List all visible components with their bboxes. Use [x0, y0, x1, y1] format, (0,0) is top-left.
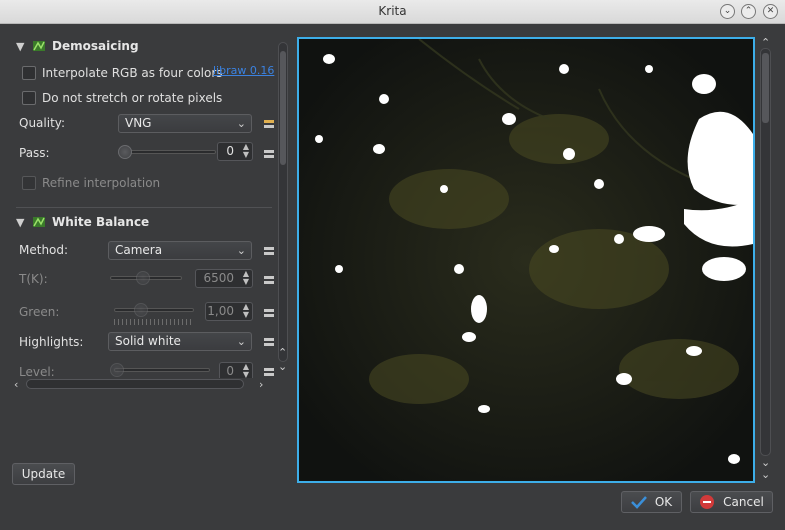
close-icon[interactable]: ✕: [763, 4, 778, 19]
settings-vertical-scrollbar[interactable]: [278, 42, 288, 362]
minimize-icon[interactable]: ⌄: [720, 4, 735, 19]
level-value: 0: [226, 364, 234, 378]
no-stretch-label: Do not stretch or rotate pixels: [42, 91, 223, 105]
level-label: Level:: [19, 365, 55, 378]
green-value: 1,00: [207, 304, 234, 318]
method-reset-icon[interactable]: [263, 245, 275, 257]
pass-reset-icon[interactable]: [263, 148, 275, 160]
quality-label: Quality:: [19, 116, 66, 130]
quality-reset-icon[interactable]: [263, 118, 275, 130]
plugin-icon: [33, 217, 45, 227]
demosaicing-title: Demosaicing: [52, 39, 139, 53]
spin-arrows-icon[interactable]: ▲ ▼: [243, 303, 249, 319]
preview-vertical-scrollbar[interactable]: [760, 48, 771, 456]
method-label-row: Method:: [19, 239, 68, 261]
level-slider-track[interactable]: [114, 368, 210, 372]
pass-slider-track[interactable]: [120, 150, 216, 154]
tk-label-row: T(K):: [19, 268, 48, 290]
tk-slider-handle[interactable]: [136, 271, 150, 285]
cancel-button[interactable]: Cancel: [690, 491, 773, 513]
method-label: Method:: [19, 243, 69, 257]
quality-label-row: Quality:: [19, 112, 65, 134]
tk-reset-icon[interactable]: [263, 274, 275, 286]
preview-photo: [299, 39, 753, 481]
tk-value: 6500: [203, 271, 234, 285]
highlights-combo[interactable]: Solid white ⌄: [108, 332, 252, 351]
pass-label: Pass:: [19, 146, 50, 160]
level-spinbox[interactable]: 0 ▲ ▼: [219, 362, 253, 378]
highlights-reset-icon[interactable]: [263, 336, 275, 348]
image-preview[interactable]: [297, 37, 755, 483]
tk-label: T(K):: [19, 272, 48, 286]
green-slider-ticks: [114, 319, 194, 325]
green-label: Green:: [19, 305, 60, 319]
interpolate-checkbox[interactable]: [22, 66, 36, 80]
pass-spinbox[interactable]: 0 ▲ ▼: [217, 142, 253, 161]
cancel-icon: [700, 495, 715, 509]
chevron-down-icon: ⌄: [236, 335, 246, 348]
scrollbar-thumb[interactable]: [280, 51, 286, 165]
white-balance-section-header[interactable]: ▼ White Balance: [16, 212, 149, 232]
section-divider: [16, 207, 272, 208]
scroll-left-icon[interactable]: ‹: [14, 378, 18, 391]
refine-row[interactable]: Refine interpolation: [10, 172, 160, 194]
pass-value: 0: [226, 144, 234, 158]
scroll-up-icon[interactable]: ⌃: [278, 346, 287, 359]
pass-slider-handle[interactable]: [118, 145, 132, 159]
update-button[interactable]: Update: [12, 463, 75, 485]
level-reset-icon[interactable]: [263, 366, 275, 378]
scroll-down-icon[interactable]: ⌄: [278, 360, 287, 373]
highlights-value: Solid white: [115, 334, 181, 348]
ok-button[interactable]: OK: [621, 491, 682, 513]
level-slider-handle[interactable]: [110, 363, 124, 377]
method-value: Camera: [115, 243, 163, 257]
no-stretch-checkbox[interactable]: [22, 91, 36, 105]
scrollbar-thumb[interactable]: [762, 53, 769, 123]
highlights-label-row: Highlights:: [19, 331, 83, 353]
settings-panel: ▼ Demosaicing Interpolate RGB as four co…: [10, 32, 276, 378]
settings-horizontal-scrollbar[interactable]: [26, 379, 244, 389]
level-label-row: Level:: [19, 361, 55, 378]
demosaicing-section-header[interactable]: ▼ Demosaicing: [16, 36, 139, 56]
ok-label: OK: [654, 495, 673, 509]
quality-value: VNG: [125, 116, 152, 130]
white-balance-title: White Balance: [52, 215, 150, 229]
title-bar: Krita ⌄ ⌃ ✕: [0, 0, 785, 24]
chevron-down-icon: ▼: [16, 39, 25, 53]
spin-arrows-icon[interactable]: ▲ ▼: [243, 143, 249, 159]
maximize-icon[interactable]: ⌃: [741, 4, 756, 19]
refine-checkbox[interactable]: [22, 176, 36, 190]
chevron-down-icon: ⌄: [236, 244, 246, 257]
refine-label: Refine interpolation: [42, 176, 161, 190]
interpolate-label: Interpolate RGB as four colors: [42, 66, 223, 80]
interpolate-row[interactable]: Interpolate RGB as four colors: [10, 62, 223, 84]
highlights-label: Highlights:: [19, 335, 84, 349]
no-stretch-row[interactable]: Do not stretch or rotate pixels: [10, 87, 222, 109]
chevron-down-icon: ▼: [16, 215, 25, 229]
libraw-link[interactable]: libraw 0.16: [213, 64, 274, 77]
pass-label-row: Pass:: [19, 142, 50, 164]
update-label: Update: [21, 467, 66, 481]
quality-combo[interactable]: VNG ⌄: [118, 114, 252, 133]
window-title: Krita: [378, 4, 407, 18]
checkmark-icon: [630, 496, 647, 509]
scroll-right-icon[interactable]: ›: [259, 378, 263, 391]
plugin-icon: [33, 41, 45, 51]
cancel-label: Cancel: [723, 495, 764, 509]
method-combo[interactable]: Camera ⌄: [108, 241, 252, 260]
chevron-down-icon: ⌄: [236, 117, 246, 130]
green-reset-icon[interactable]: [263, 307, 275, 319]
green-label-row: Green:: [19, 301, 59, 323]
green-slider-handle[interactable]: [134, 303, 148, 317]
preview-scroll-down-icon-2[interactable]: ⌄: [761, 468, 770, 481]
green-slider-track[interactable]: [114, 308, 194, 312]
green-spinbox[interactable]: 1,00 ▲ ▼: [205, 302, 253, 321]
spin-arrows-icon[interactable]: ▲ ▼: [243, 270, 249, 286]
tk-spinbox[interactable]: 6500 ▲ ▼: [195, 269, 253, 288]
spin-arrows-icon[interactable]: ▲ ▼: [243, 363, 249, 379]
